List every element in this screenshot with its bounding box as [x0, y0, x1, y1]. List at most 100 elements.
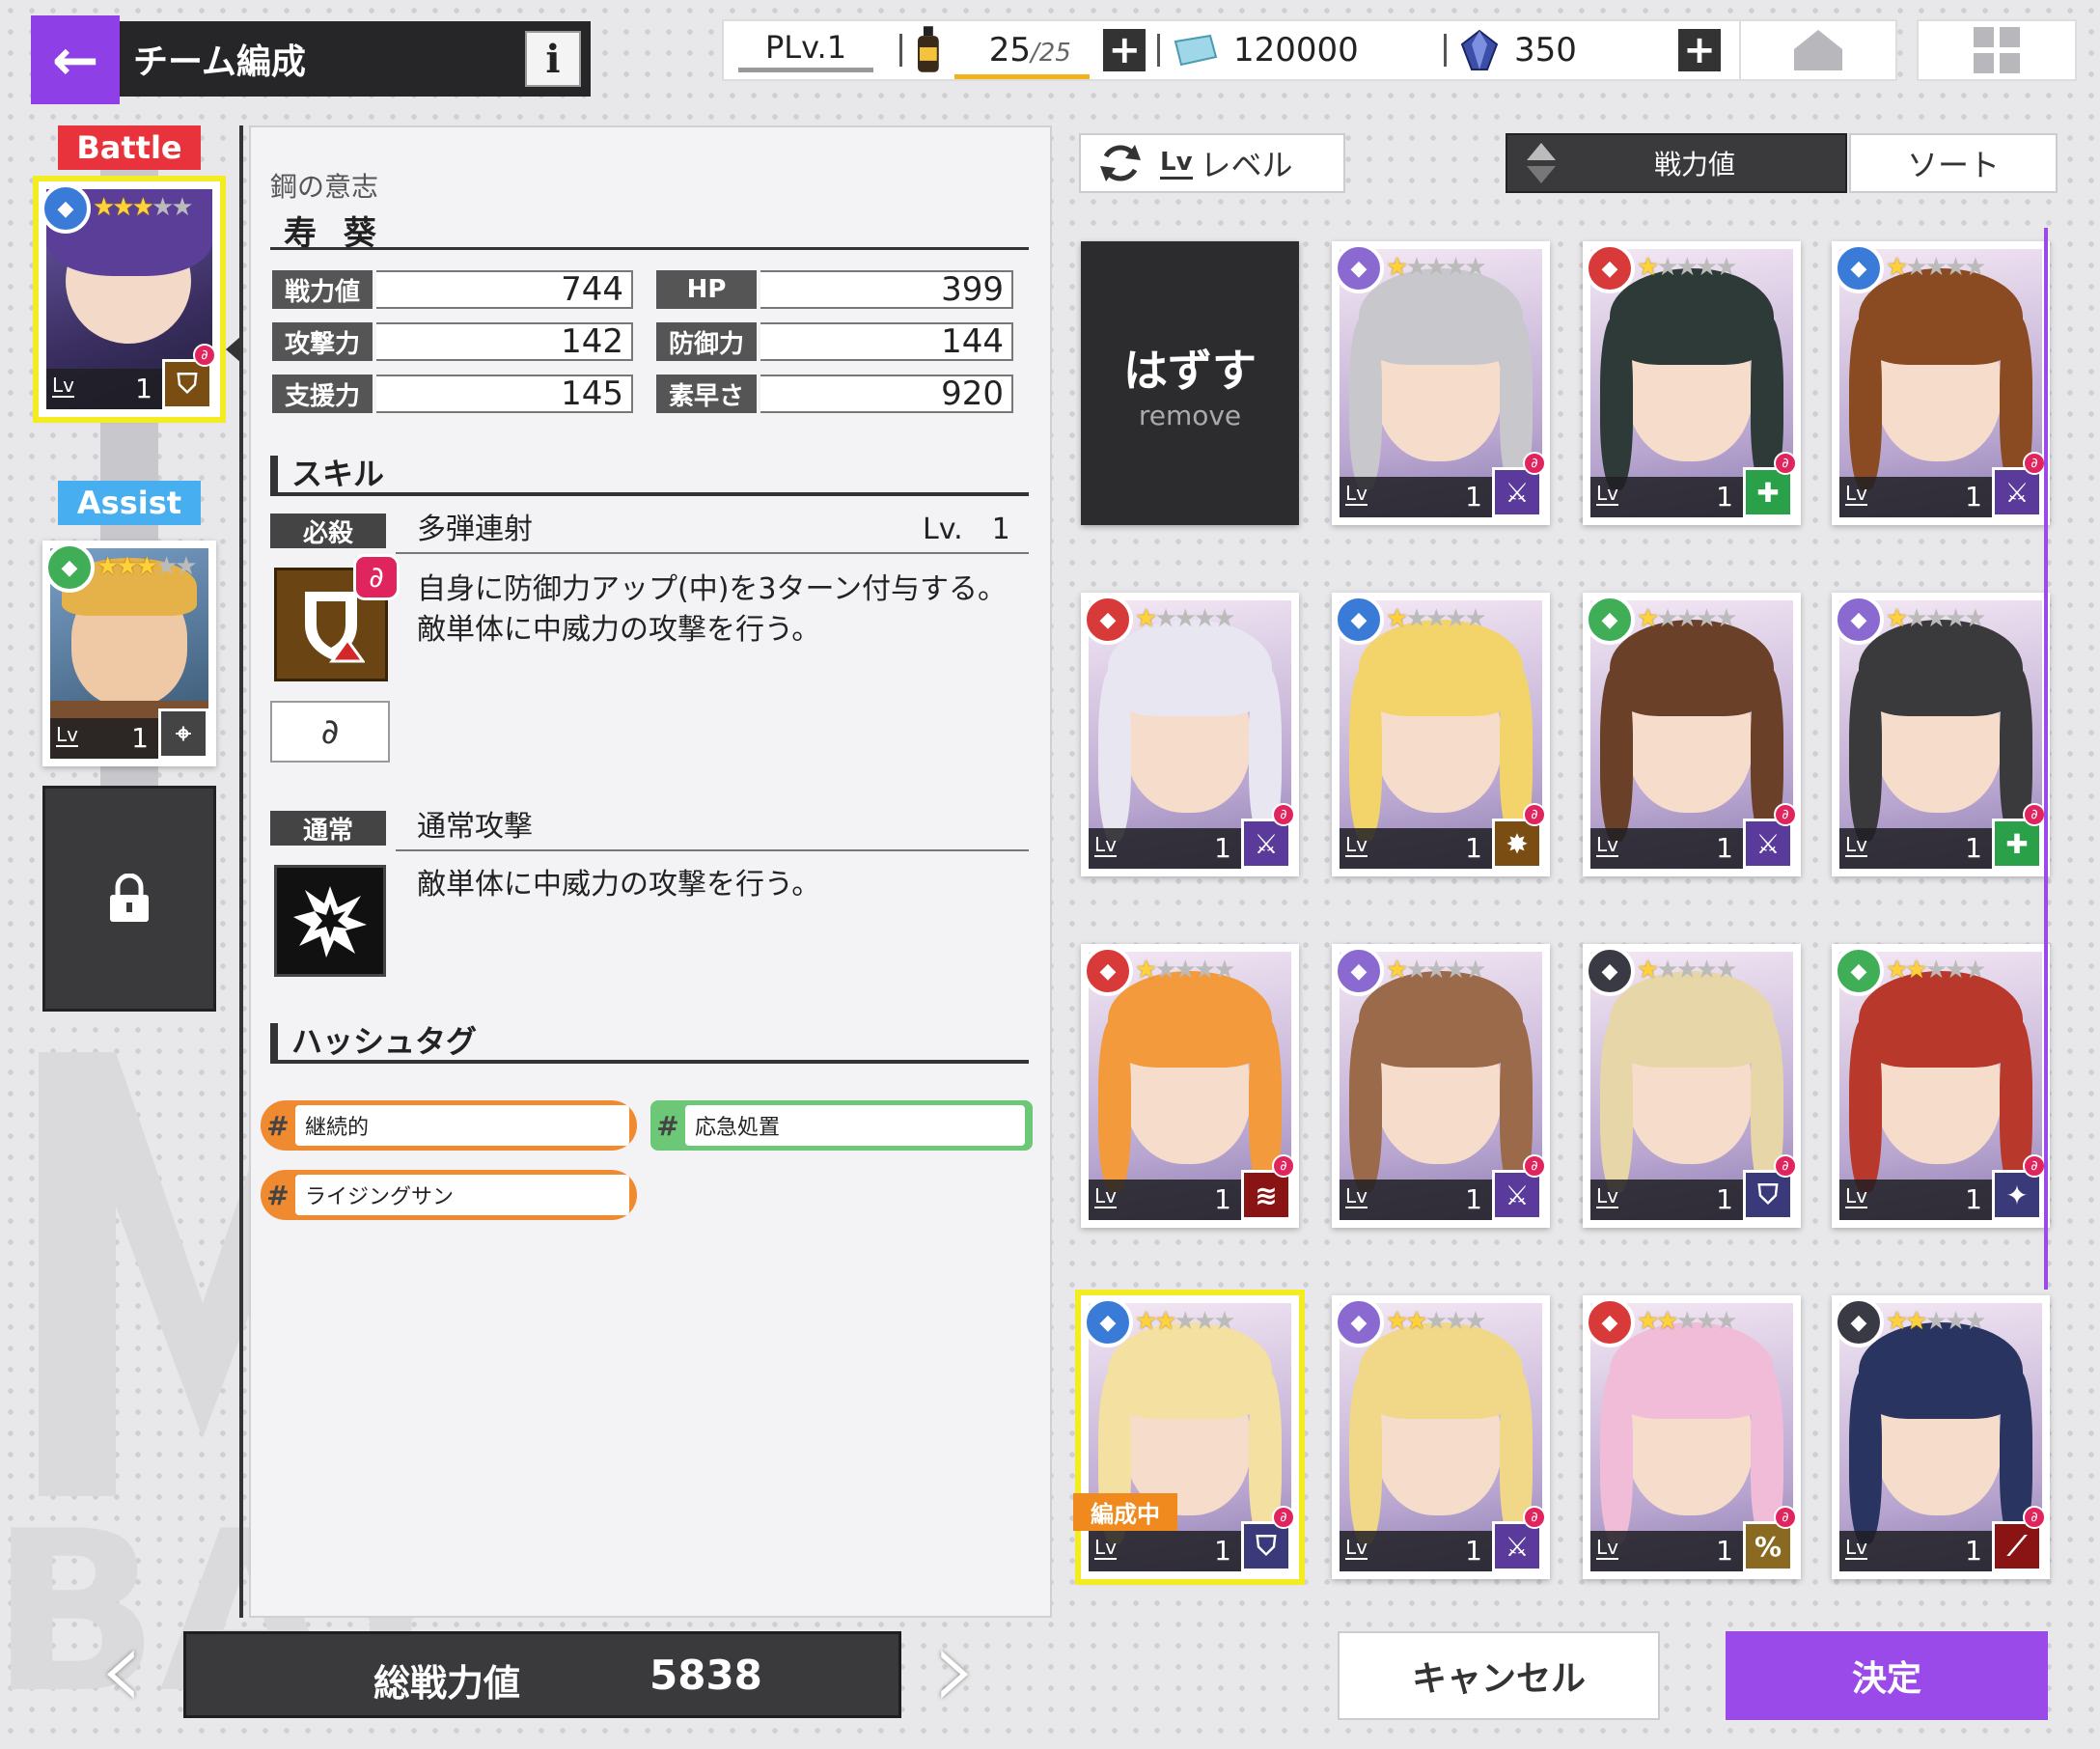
normal-skill-desc: 敵単体に中威力の攻撃を行う。 — [417, 868, 821, 902]
attribute-blue-icon: ◆ — [1083, 1297, 1133, 1347]
lock-icon — [110, 874, 149, 922]
stamina-bar — [953, 74, 1090, 79]
card-level: 1 — [1965, 1535, 1982, 1567]
link-icon: ∂ — [1774, 452, 1797, 475]
roster-character-card[interactable]: ◆ ★★★★★ Lv 1 ⚔ ∂ — [1583, 593, 1801, 876]
hashtag-chip[interactable]: # 継続的 — [261, 1100, 637, 1151]
stamina-value: 25 — [988, 31, 1031, 69]
attribute-purple-icon: ◆ — [1334, 1297, 1384, 1347]
home-icon — [1794, 30, 1842, 70]
attribute-dark-icon: ◆ — [1585, 946, 1635, 996]
gems-plus-button[interactable]: + — [1678, 28, 1721, 72]
assist-label: Assist — [58, 481, 201, 525]
next-team-arrow[interactable]: › — [932, 1602, 979, 1736]
rarity-stars: ★★★★★ — [1886, 253, 1987, 282]
roster-character-card[interactable]: ◆ ★★★★★ Lv 1 ✦ ∂ — [1832, 944, 2050, 1228]
divider — [270, 247, 1029, 250]
battle-member-card[interactable]: ◆ ★★★★★ Lv 1 ⛉ ∂ — [33, 176, 226, 423]
attribute-dark-icon: ◆ — [1834, 1297, 1884, 1347]
link-icon: ∂ — [1523, 1154, 1546, 1178]
rarity-stars: ★★★★★ — [1135, 1307, 1236, 1336]
skill-section-title: スキル — [270, 456, 384, 492]
grid-menu-icon — [1974, 27, 2020, 73]
sort-key-selector[interactable]: 戦力値 — [1506, 133, 1847, 193]
home-button[interactable] — [1739, 19, 1897, 81]
roster-character-card[interactable]: ◆ ★★★★★ Lv 1 ✚ ∂ — [1583, 241, 1801, 525]
card-level: 1 — [1465, 1535, 1482, 1567]
back-button[interactable]: ← — [31, 15, 120, 104]
rarity-stars: ★★★★★ — [1886, 604, 1987, 633]
roster-character-card[interactable]: ◆ ★★★★★ Lv 1 ≋ ∂ — [1081, 944, 1299, 1228]
attribute-green-icon: ◆ — [1834, 946, 1884, 996]
card-level: 1 — [1465, 1183, 1482, 1215]
roster-character-card[interactable]: ◆ ★★★★★ Lv 1 ⚔ ∂ — [1332, 241, 1550, 525]
sort-key-label: 戦力値 — [1654, 149, 1736, 180]
rarity-stars: ★★★★★ — [97, 552, 198, 581]
link-icon: ∂ — [1272, 1154, 1295, 1178]
prev-team-arrow[interactable]: ‹ — [98, 1602, 145, 1736]
roster-scrollbar[interactable] — [2044, 228, 2048, 1290]
roster-character-card[interactable]: ◆ ★★★★★ Lv 1 ✸ ∂ — [1332, 593, 1550, 876]
card-level: 1 — [1716, 1535, 1733, 1567]
sort-arrows-icon — [1527, 143, 1556, 183]
hashtag-chip[interactable]: # 応急処置 — [650, 1100, 1033, 1151]
link-chain-icon: ∂ — [320, 711, 340, 752]
card-level: 1 — [1716, 481, 1733, 513]
card-level: 1 — [1214, 1535, 1231, 1567]
roster-character-card[interactable]: ◆ ★★★★★ Lv 1 ✚ ∂ — [1832, 593, 2050, 876]
coins: 120000 — [1172, 21, 1432, 79]
back-arrow-icon: ← — [51, 27, 99, 93]
resource-bar: PLv.1 25/25 + 120000 350 + — [722, 19, 1741, 81]
link-skill-icon: ∂ — [353, 554, 400, 600]
attribute-blue-icon: ◆ — [1834, 243, 1884, 293]
attribute-blue-icon: ◆ — [1334, 595, 1384, 645]
stamina: 25/25 + — [914, 21, 1146, 79]
card-level: 1 — [1465, 481, 1482, 513]
divider — [1444, 34, 1447, 67]
rarity-stars: ★★★★★ — [1637, 1307, 1738, 1336]
roster-character-card[interactable]: ◆ ★★★★★ Lv 1 ⛉ ∂ — [1583, 944, 1801, 1228]
link-icon: ∂ — [193, 344, 216, 367]
divider — [1157, 34, 1160, 67]
card-level: 1 — [1716, 832, 1733, 864]
locked-slot[interactable] — [42, 786, 216, 1012]
level-sort-toggle[interactable]: Lv レベル — [1079, 133, 1345, 193]
panel-divider — [239, 125, 243, 1618]
remove-button[interactable]: はずす remove — [1081, 241, 1299, 525]
stat-defense: 防御力 144 — [656, 320, 1013, 363]
card-level: 1 — [1214, 832, 1231, 864]
roster-character-card[interactable]: ◆ ★★★★★ Lv 1 ⚔ ∂ — [1081, 593, 1299, 876]
roster-character-card[interactable]: ◆ ★★★★★ Lv 1 ⛉ ∂ 編成中 — [1073, 1290, 1305, 1585]
link-icon: ∂ — [1523, 1506, 1546, 1529]
total-power-value: 5838 — [649, 1652, 762, 1699]
gems-value: 350 — [1514, 31, 1577, 69]
character-subtitle: 鋼の意志 — [270, 171, 379, 203]
info-button[interactable]: i — [525, 31, 581, 87]
cancel-button[interactable]: キャンセル — [1338, 1631, 1660, 1720]
roster-character-card[interactable]: ◆ ★★★★★ Lv 1 ⚔ ∂ — [1832, 241, 2050, 525]
confirm-button[interactable]: 決定 — [1726, 1631, 2048, 1720]
stamina-max: /25 — [1030, 39, 1071, 68]
assist-member-card[interactable]: ◆ ★★★★★ Lv 1 ⌖ — [42, 541, 216, 766]
roster-character-card[interactable]: ◆ ★★★★★ Lv 1 ⚔ ∂ — [1332, 944, 1550, 1228]
stat-power: 戦力値 744 — [272, 268, 633, 311]
in-team-badge: 編成中 — [1073, 1493, 1177, 1531]
card-level: 1 — [1965, 832, 1982, 864]
sort-button[interactable]: ソート — [1849, 133, 2058, 193]
stat-support: 支援力 145 — [272, 373, 633, 415]
roster-character-card[interactable]: ◆ ★★★★★ Lv 1 ⟋ ∂ — [1832, 1295, 2050, 1579]
divider — [270, 492, 1029, 496]
player-level: PLv.1 — [724, 21, 888, 79]
hashtag-chip[interactable]: # ライジングサン — [261, 1170, 637, 1220]
roster-character-card[interactable]: ◆ ★★★★★ Lv 1 ⚔ ∂ — [1332, 1295, 1550, 1579]
battle-label: Battle — [58, 125, 201, 170]
link-icon: ∂ — [2023, 1506, 2046, 1529]
link-skill-button[interactable]: ∂ — [270, 701, 390, 763]
roster-character-card[interactable]: ◆ ★★★★★ Lv 1 % ∂ — [1583, 1295, 1801, 1579]
menu-button[interactable] — [1917, 19, 2077, 81]
stamina-plus-button[interactable]: + — [1103, 28, 1146, 72]
card-level: 1 — [1465, 832, 1482, 864]
attribute-green-icon: ◆ — [44, 542, 95, 593]
attribute-red-icon: ◆ — [1585, 243, 1635, 293]
link-icon: ∂ — [1272, 1506, 1295, 1529]
